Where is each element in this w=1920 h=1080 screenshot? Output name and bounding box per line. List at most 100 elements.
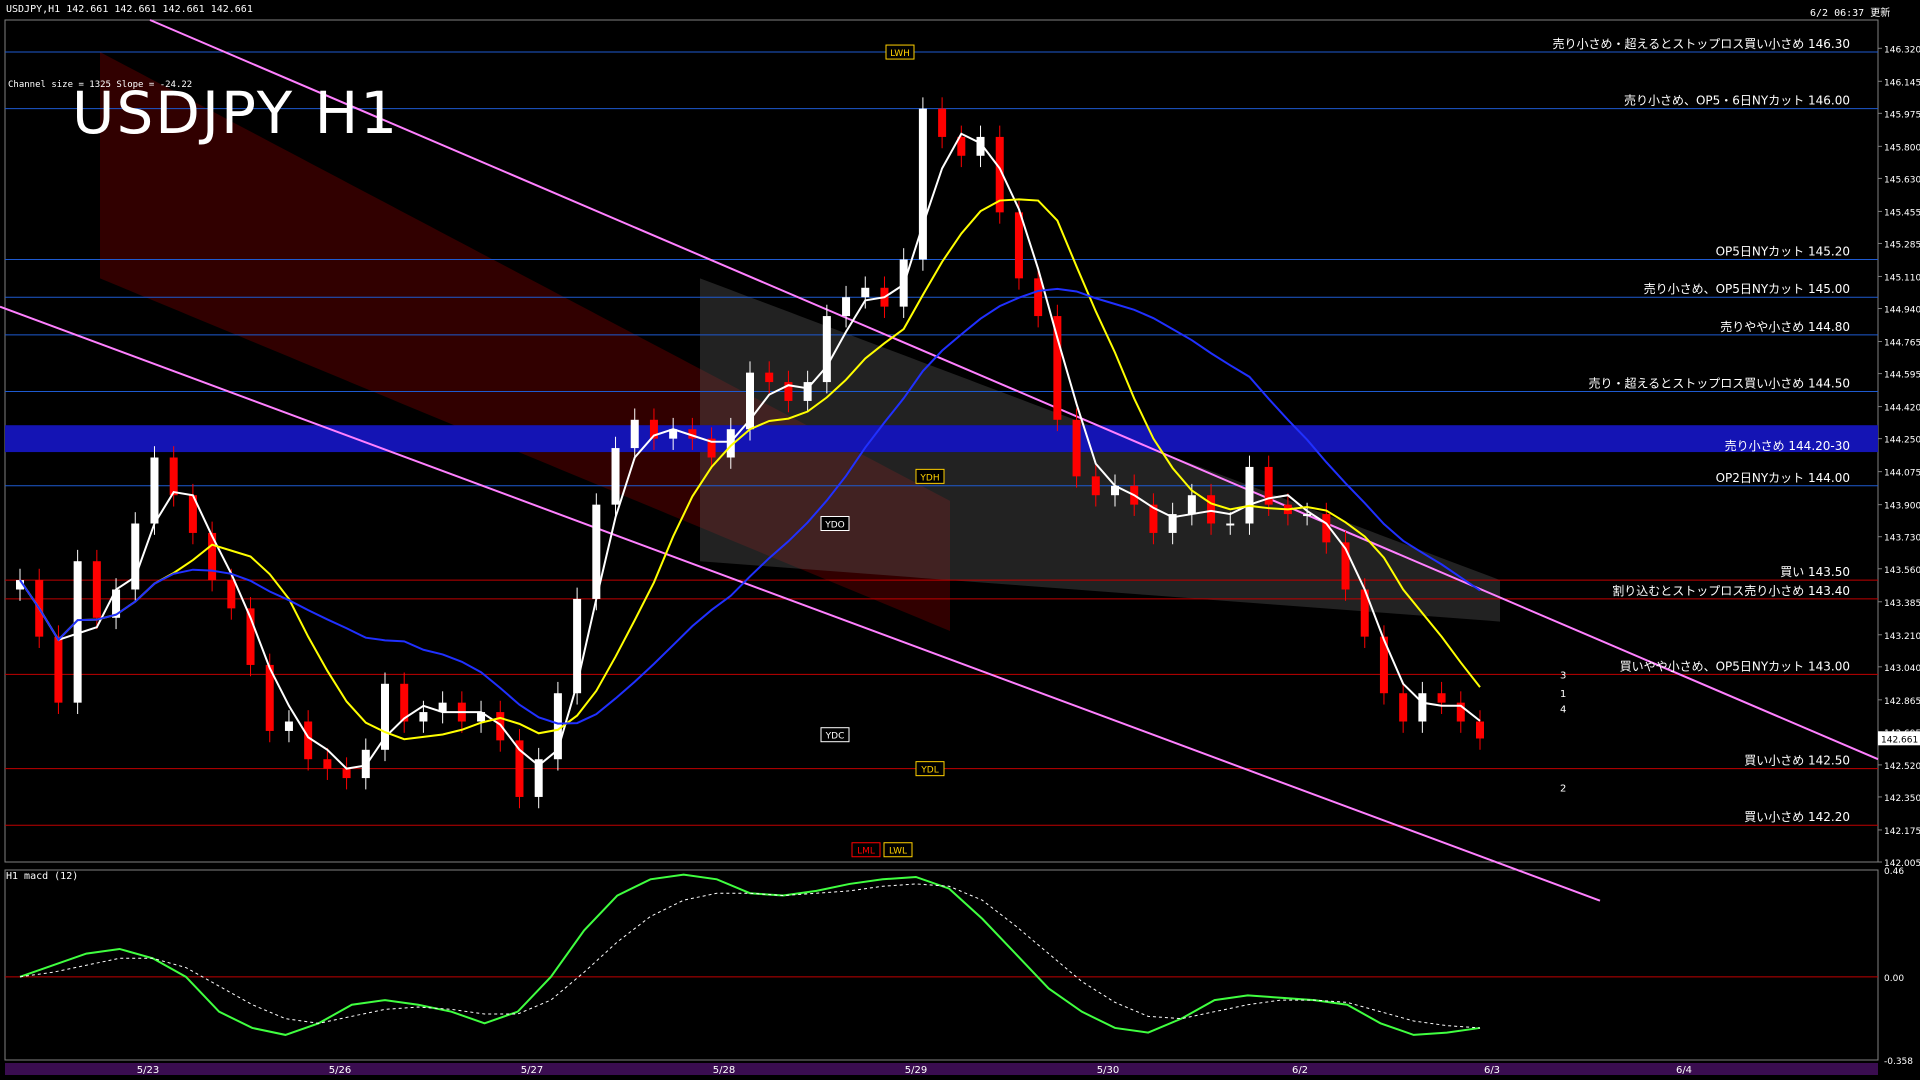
projection-label: 3 <box>1560 670 1566 681</box>
candle-body <box>1399 693 1408 722</box>
x-tick-label: 5/30 <box>1097 1065 1119 1076</box>
level-label: 売り小さめ・超えるとストップロス買い小さめ 146.30 <box>1553 36 1850 51</box>
y-tick-label: 143.730 <box>1884 534 1920 544</box>
y-tick-label: 142.175 <box>1884 827 1920 837</box>
sell-zone-band <box>5 425 1878 453</box>
candle-body <box>150 457 159 524</box>
y-tick-label: 145.630 <box>1884 175 1920 185</box>
candle-body <box>1418 693 1427 722</box>
y-tick-label: 142.350 <box>1884 794 1920 804</box>
last-price-label: 142.661 <box>1881 735 1918 745</box>
y-tick-label: 143.560 <box>1884 566 1920 576</box>
x-tick-label: 6/3 <box>1484 1065 1500 1076</box>
x-tick-label: 6/2 <box>1292 1065 1308 1076</box>
y-tick-label: 143.900 <box>1884 502 1920 512</box>
candle-body <box>765 372 774 383</box>
y-tick-label: 144.250 <box>1884 436 1920 446</box>
marker-label: LWL <box>889 847 907 857</box>
marker-label: YDO <box>824 521 845 531</box>
y-tick-label: 146.320 <box>1884 45 1920 55</box>
candle-body <box>1072 419 1081 477</box>
date-strip <box>5 1063 1878 1075</box>
y-tick-label: 145.110 <box>1884 273 1920 283</box>
candle-body <box>630 419 639 449</box>
x-tick-label: 5/27 <box>521 1065 543 1076</box>
y-tick-label: 142.520 <box>1884 762 1920 772</box>
candle-body <box>1034 278 1043 317</box>
macd-tick-label: 0.00 <box>1884 974 1904 984</box>
candle-body <box>1245 466 1254 524</box>
x-tick-label: 5/23 <box>137 1065 159 1076</box>
y-tick-label: 144.420 <box>1884 404 1920 414</box>
macd-signal-line <box>19 883 1481 1029</box>
candle-body <box>1207 495 1216 524</box>
marker-label: YDL <box>920 766 938 776</box>
candle-body <box>92 561 101 618</box>
candle-body <box>938 108 947 137</box>
candle-body <box>304 721 313 760</box>
marker-label: LWH <box>890 49 910 59</box>
y-tick-label: 145.455 <box>1884 208 1920 218</box>
y-tick-label: 144.940 <box>1884 306 1920 316</box>
marker-label: YDC <box>825 732 845 742</box>
candle-body <box>1476 721 1484 739</box>
candle-body <box>169 457 178 496</box>
candle-body <box>611 448 620 505</box>
y-tick-label: 144.765 <box>1884 339 1920 349</box>
projection-label: 4 <box>1560 704 1566 715</box>
candle-body <box>323 759 332 769</box>
projection-label: 1 <box>1560 689 1566 700</box>
y-tick-label: 143.040 <box>1884 664 1920 674</box>
candle-body <box>419 712 428 722</box>
level-label: 買い小さめ 142.20 <box>1744 810 1850 824</box>
macd-tick-label: -0.358 <box>1884 1057 1913 1067</box>
zone-label: 売り小さめ 144.20-30 <box>1725 438 1850 453</box>
macd-main-line <box>19 873 1481 1036</box>
candle-body <box>822 316 831 383</box>
level-label: 買い 143.50 <box>1780 565 1850 579</box>
y-tick-label: 143.385 <box>1884 599 1920 609</box>
y-tick-label: 145.800 <box>1884 143 1920 153</box>
update-time: 6/2 06:37 更新 <box>1810 8 1891 19</box>
x-tick-label: 5/28 <box>713 1065 735 1076</box>
x-tick-label: 5/26 <box>329 1065 351 1076</box>
marker-label: YDH <box>919 473 939 483</box>
macd-tick-label: 0.46 <box>1884 867 1904 877</box>
candle-body <box>1187 495 1196 515</box>
x-tick-label: 6/4 <box>1676 1065 1692 1076</box>
candle-body <box>342 768 351 779</box>
candle-body <box>227 580 236 609</box>
candle-body <box>1091 476 1100 496</box>
candle-body <box>1437 693 1446 703</box>
candle-body <box>284 721 293 731</box>
candle-body <box>1303 514 1312 517</box>
y-tick-label: 143.210 <box>1884 632 1920 642</box>
y-tick-label: 146.145 <box>1884 78 1920 88</box>
y-tick-label: 144.595 <box>1884 371 1920 381</box>
macd-title: H1 macd (12) <box>6 871 79 882</box>
candle-body <box>842 297 851 317</box>
marker-label: LML <box>857 847 875 857</box>
level-label: 買いやや小さめ、OP5日NYカット 143.00 <box>1620 659 1850 673</box>
y-tick-label: 145.975 <box>1884 110 1920 120</box>
level-label: 売り・超えるとストップロス買い小さめ 144.50 <box>1589 375 1850 390</box>
price-chart: 146.320 146.145 145.975 145.800 145.630 145.4… <box>0 19 1920 1076</box>
candle-body <box>1226 523 1235 526</box>
candle-body <box>573 598 582 694</box>
candle-body <box>1014 212 1023 279</box>
candle-body <box>861 287 870 298</box>
level-label: 売り小さめ、OP5日NYカット 145.00 <box>1644 281 1850 296</box>
level-label: OP5日NYカット 145.20 <box>1716 244 1850 258</box>
y-tick-label: 144.075 <box>1884 469 1920 479</box>
y-tick-label: 142.865 <box>1884 697 1920 707</box>
candle-body <box>54 636 63 703</box>
level-label: OP2日NYカット 144.00 <box>1716 471 1850 485</box>
y-tick-label: 145.285 <box>1884 240 1920 250</box>
projection-label: 2 <box>1560 784 1566 795</box>
chart-title: USDJPY H1 <box>72 79 400 147</box>
level-label: 買い小さめ 142.50 <box>1744 754 1850 768</box>
x-tick-label: 5/29 <box>905 1065 927 1076</box>
level-label: 売り小さめ、OP5・6日NYカット 146.00 <box>1624 93 1850 108</box>
level-label: 割り込むとストップロス売り小さめ 143.40 <box>1612 583 1850 598</box>
symbol-info: USDJPY,H1 142.661 142.661 142.661 142.66… <box>6 4 253 15</box>
